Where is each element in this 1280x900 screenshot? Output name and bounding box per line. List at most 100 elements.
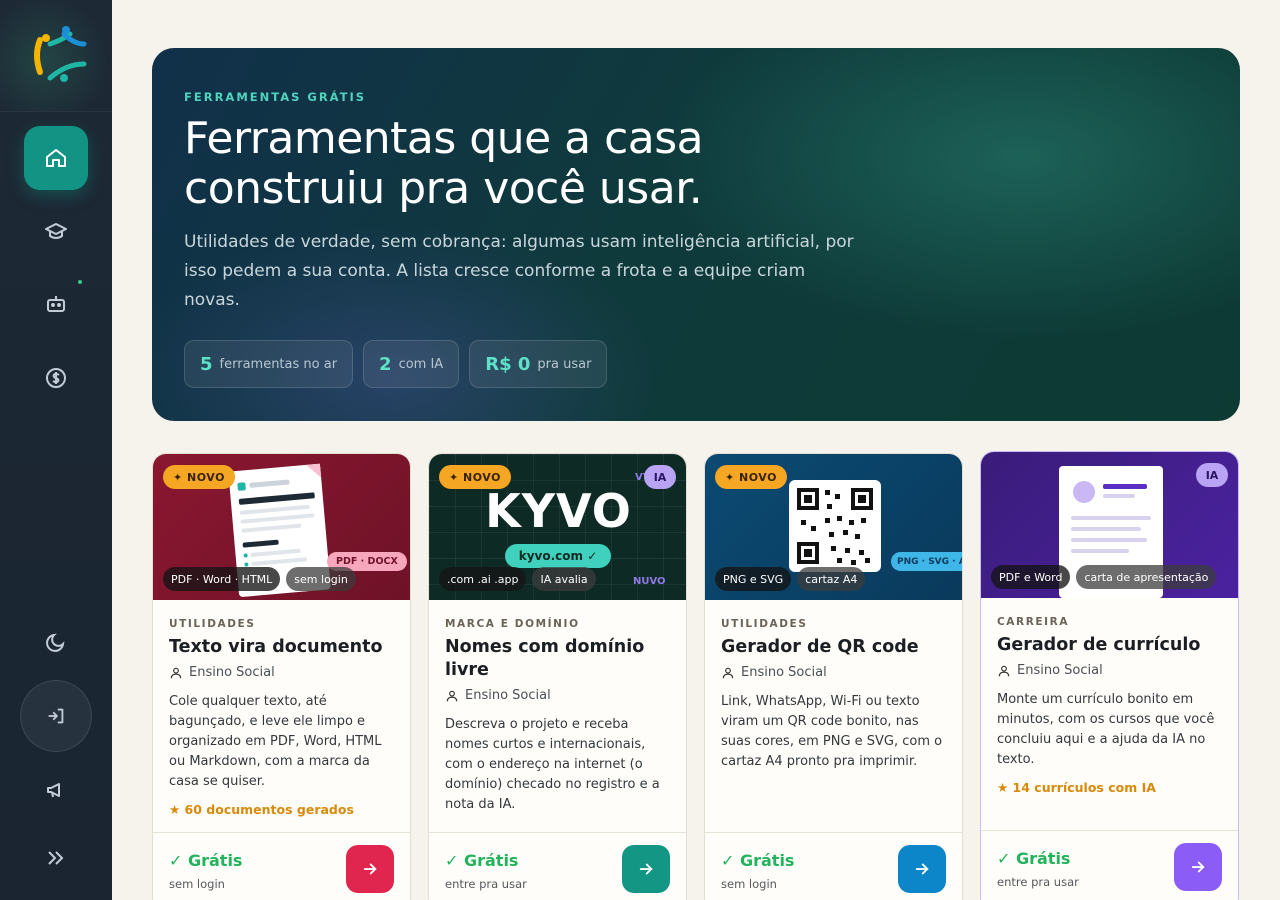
graduation-cap-icon	[45, 223, 67, 239]
stat-value: 5	[200, 353, 213, 375]
author-name: Ensino Social	[189, 665, 275, 680]
card-author: Ensino Social	[997, 663, 1222, 678]
card-chips: PNG e SVG cartaz A4	[715, 567, 866, 591]
card-author: Ensino Social	[721, 665, 946, 680]
price-note: entre pra usar	[445, 877, 527, 891]
stat-price: R$ 0 pra usar	[469, 340, 608, 388]
chip: .com .ai .app	[439, 567, 527, 591]
badge-new: ✦ NOVO	[439, 465, 511, 489]
author-name: Ensino Social	[465, 688, 551, 703]
arrow-right-icon	[363, 863, 377, 875]
badge-new: ✦ NOVO	[163, 465, 235, 489]
brand-word: KYVO	[485, 484, 632, 538]
robot-icon	[47, 296, 65, 312]
user-icon	[998, 665, 1010, 676]
announcements-button[interactable]	[24, 758, 88, 822]
tool-card-resume[interactable]: IA PDF e Word carta de apresentação CARR…	[980, 451, 1239, 900]
card-author: Ensino Social	[445, 688, 670, 703]
corner-word-bottom: NUVO	[633, 576, 666, 587]
open-tool-button[interactable]	[622, 845, 670, 893]
logo[interactable]	[0, 0, 112, 112]
hero-eyebrow: FERRAMENTAS GRÁTIS	[184, 90, 367, 104]
hero-title: Ferramentas que a casa construiu pra voc…	[184, 113, 704, 214]
stat-value: R$ 0	[485, 353, 531, 375]
logout-icon	[48, 708, 64, 724]
badge-ia: IA	[1196, 463, 1228, 487]
price-label: ✓ Grátis	[721, 851, 795, 870]
dollar-icon	[46, 368, 66, 388]
price-label: ✓ Grátis	[169, 851, 243, 870]
card-title[interactable]: Gerador de QR code	[721, 636, 946, 659]
brand-logo-icon	[34, 26, 87, 82]
price-note: sem login	[169, 877, 225, 891]
card-description: Link, WhatsApp, Wi-Fi ou texto viram um …	[721, 694, 943, 769]
card-footer: ✓ Grátis entre pra usar	[981, 830, 1238, 900]
author-name: Ensino Social	[1017, 663, 1103, 678]
card-footer: ✓ Grátis sem login	[153, 832, 410, 900]
tool-card-qr-code[interactable]: PNG · SVG · A4 ✦ NOVO PNG e SVG cartaz A…	[704, 453, 963, 900]
user-icon	[722, 667, 734, 678]
open-tool-button[interactable]	[346, 845, 394, 893]
tool-card-document[interactable]: PDF · DOCX ✦ NOVO PDF · Word · HTML sem …	[152, 453, 411, 900]
card-chips: .com .ai .app IA avalia	[439, 567, 596, 591]
card-category: CARREIRA	[997, 616, 1070, 628]
hero-stats: 5 ferramentas no ar 2 com IA R$ 0 pra us…	[184, 340, 608, 388]
arrow-right-icon	[639, 863, 653, 875]
stat-ai: 2 com IA	[363, 340, 460, 388]
sidebar	[0, 0, 112, 900]
card-footer: ✓ Grátis entre pra usar	[429, 832, 686, 900]
card-author: Ensino Social	[169, 665, 394, 680]
user-icon	[446, 690, 458, 701]
open-tool-button[interactable]	[898, 845, 946, 893]
card-title[interactable]: Nomes com domínio livre	[445, 636, 670, 682]
card-description: Descreva o projeto e receba nomes curtos…	[445, 717, 660, 812]
theme-toggle-button[interactable]	[24, 610, 88, 674]
hero-banner: FERRAMENTAS GRÁTIS Ferramentas que a cas…	[152, 48, 1240, 421]
chip: IA avalia	[532, 567, 596, 591]
chip: carta de apresentação	[1076, 565, 1217, 589]
nav-pricing-button[interactable]	[24, 346, 88, 410]
tool-card-domain-names[interactable]: KYVO kyvo.com ✓ VY NUVO ✦ NOVO IA .com .…	[428, 453, 687, 900]
price-label: ✓ Grátis	[997, 849, 1071, 868]
card-body: CARREIRA Gerador de currículo Ensino Soc…	[981, 598, 1238, 795]
nav-courses-button[interactable]	[24, 200, 88, 264]
hero-description: Utilidades de verdade, sem cobrança: alg…	[184, 232, 854, 310]
format-label: PNG · SVG · A4	[891, 552, 962, 571]
stat-tools: 5 ferramentas no ar	[184, 340, 354, 388]
card-metric: ★ 14 currículos com IA	[997, 780, 1156, 795]
stat-label: pra usar	[537, 356, 592, 372]
megaphone-icon	[47, 783, 60, 798]
card-title[interactable]: Texto vira documento	[169, 636, 394, 659]
domain-pill: kyvo.com ✓	[505, 544, 611, 568]
card-category: UTILIDADES	[721, 618, 808, 630]
nav-home-button[interactable]	[24, 126, 88, 190]
card-metric: ★ 60 documentos gerados	[169, 802, 354, 817]
price-note: sem login	[721, 877, 777, 891]
card-title[interactable]: Gerador de currículo	[997, 634, 1222, 657]
stat-label: ferramentas no ar	[219, 356, 338, 372]
chip: PDF · Word · HTML	[163, 567, 281, 591]
card-thumbnail: KYVO kyvo.com ✓ VY NUVO ✦ NOVO IA .com .…	[429, 454, 686, 600]
card-thumbnail: IA PDF e Word carta de apresentação	[981, 452, 1238, 598]
arrow-right-icon	[1191, 861, 1205, 873]
home-icon	[46, 149, 66, 167]
card-body: UTILIDADES Gerador de QR code Ensino Soc…	[705, 600, 962, 772]
price-note: entre pra usar	[997, 875, 1079, 889]
stat-value: 2	[379, 353, 392, 375]
card-description: Monte um currículo bonito em minutos, co…	[997, 692, 1215, 767]
price-label: ✓ Grátis	[445, 851, 519, 870]
user-icon	[170, 667, 182, 678]
card-body: UTILIDADES Texto vira documento Ensino S…	[153, 600, 410, 817]
card-category: MARCA E DOMÍNIO	[445, 618, 580, 630]
expand-sidebar-button[interactable]	[24, 826, 88, 890]
stat-label: com IA	[398, 356, 444, 372]
card-category: UTILIDADES	[169, 618, 256, 630]
card-thumbnail: PNG · SVG · A4 ✦ NOVO PNG e SVG cartaz A…	[705, 454, 962, 600]
chip: sem login	[286, 567, 356, 591]
moon-icon	[46, 633, 65, 652]
open-tool-button[interactable]	[1174, 843, 1222, 891]
card-chips: PDF · Word · HTML sem login	[163, 567, 356, 591]
logout-button[interactable]	[20, 680, 92, 752]
chip: cartaz A4	[797, 567, 866, 591]
card-thumbnail: PDF · DOCX ✦ NOVO PDF · Word · HTML sem …	[153, 454, 410, 600]
